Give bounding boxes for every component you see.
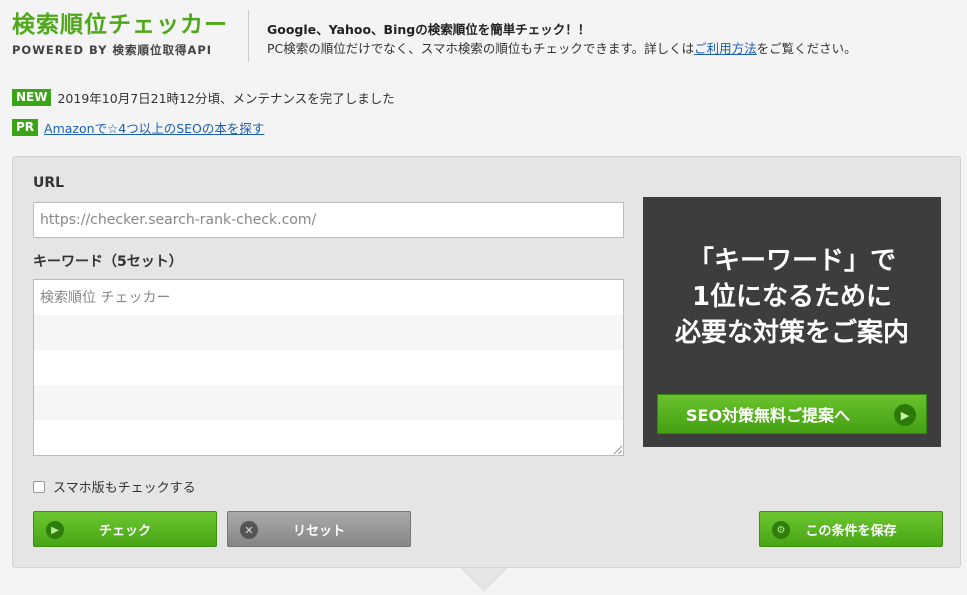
save-button-label: この条件を保存 (805, 523, 897, 539)
amazon-seo-books-link[interactable]: Amazonで☆4つ以上のSEOの本を探す (44, 118, 264, 137)
reset-button[interactable]: ✕ リセット (227, 511, 411, 547)
keyword-textarea[interactable] (33, 279, 624, 456)
save-conditions-button[interactable]: ⚙ この条件を保存 (759, 511, 943, 547)
keyword-input-4[interactable] (34, 385, 623, 420)
url-label: URL (33, 175, 65, 191)
arrow-right-icon: ▶ (46, 521, 64, 539)
site-header: 検索順位チェッカー POWERED BY 検索順位取得API Google、Ya… (0, 0, 967, 70)
url-input[interactable] (33, 202, 624, 238)
smartphone-check-option[interactable]: スマホ版もチェックする (33, 477, 196, 496)
gear-icon: ⚙ (772, 521, 790, 539)
smartphone-check-label: スマホ版もチェックする (53, 481, 196, 496)
panel-pointer (460, 568, 508, 592)
notice-new: NEW 2019年10月7日21時12分頃、メンテナンスを完了しました (12, 88, 395, 107)
header-lead: Google、Yahoo、Bingの検索順位を簡単チェック！！ (267, 22, 591, 37)
desc-before: PC検索の順位だけでなく、スマホ検索の順位もチェックできます。詳しくは (267, 41, 695, 56)
seo-proposal-button[interactable]: SEO対策無料ご提案へ ▶ (657, 394, 927, 434)
keyword-input-5[interactable] (34, 420, 623, 455)
header-description: Google、Yahoo、Bingの検索順位を簡単チェック！！ PC検索の順位だ… (267, 20, 857, 58)
logo-subtitle: POWERED BY 検索順位取得API (12, 43, 213, 57)
site-logo[interactable]: 検索順位チェッカー POWERED BY 検索順位取得API (12, 10, 228, 58)
new-notice-text: 2019年10月7日21時12分頃、メンテナンスを完了しました (57, 91, 395, 106)
desc-after: をご覧ください。 (756, 41, 857, 56)
keyword-input-1[interactable] (34, 280, 623, 315)
close-icon: ✕ (240, 521, 258, 539)
smartphone-checkbox[interactable] (33, 480, 45, 493)
arrow-right-icon: ▶ (894, 404, 916, 426)
notice-pr: PR Amazonで☆4つ以上のSEOの本を探す (12, 118, 264, 137)
logo-title: 検索順位チェッカー (12, 12, 228, 38)
keyword-input-2[interactable] (34, 315, 623, 350)
promo-headline: 「キーワード」で 1位になるために 必要な対策をご案内 (674, 246, 909, 348)
seo-promo-banner[interactable]: 「キーワード」で 1位になるために 必要な対策をご案内 SEO対策無料ご提案へ … (643, 197, 941, 447)
check-button-label: チェック (98, 523, 151, 539)
keyword-label: キーワード（5セット） (33, 254, 183, 270)
resize-grip-icon[interactable] (613, 445, 622, 454)
check-form-panel: URL キーワード（5セット） スマホ版もチェックする ▶ チェック ✕ リセッ… (12, 156, 961, 568)
pr-badge: PR (12, 119, 39, 136)
header-divider (248, 10, 249, 62)
header-desc-line: PC検索の順位だけでなく、スマホ検索の順位もチェックできます。詳しくはご利用方法… (267, 39, 857, 58)
check-button[interactable]: ▶ チェック (33, 511, 217, 547)
promo-button-label: SEO対策無料ご提案へ (686, 406, 851, 425)
usage-link[interactable]: ご利用方法 (694, 41, 757, 56)
reset-button-label: リセット (292, 523, 345, 539)
new-badge: NEW (12, 89, 52, 106)
keyword-input-3[interactable] (34, 350, 623, 385)
